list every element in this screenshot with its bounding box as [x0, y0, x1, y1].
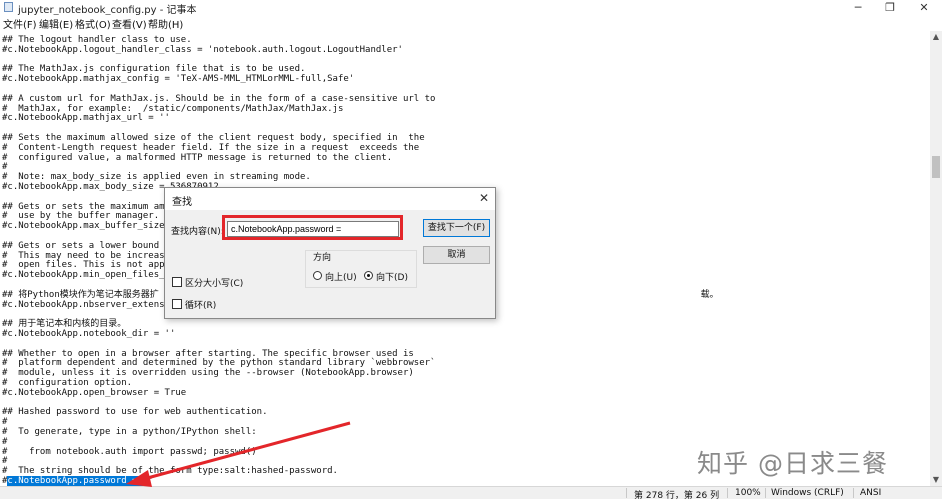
menu-edit[interactable]: 编辑(E) — [39, 16, 73, 31]
find-next-button[interactable]: 查找下一个(F) — [423, 219, 490, 237]
code-line: ## The logout handler class to use. — [2, 35, 192, 45]
status-divider — [853, 488, 854, 498]
code-line: # This may need to be increased i — [2, 250, 187, 261]
find-dialog-close-icon[interactable]: ✕ — [479, 191, 489, 205]
code-line: # — [2, 436, 8, 447]
status-divider — [626, 488, 627, 498]
scroll-up-icon[interactable]: ▲ — [930, 31, 942, 43]
code-line: # MathJax, for example: /static/componen… — [2, 103, 344, 114]
menu-file[interactable]: 文件(F) — [3, 16, 37, 31]
direction-down-label[interactable]: 向下(D) — [376, 270, 408, 283]
red-highlight-box — [222, 215, 403, 240]
code-line: # configured value, a malformed HTTP mes… — [2, 152, 393, 163]
wrap-around-label[interactable]: 循环(R) — [185, 298, 216, 311]
code-line: #c.NotebookApp.min_open_files_limi — [2, 270, 187, 281]
code-line: #c.NotebookApp.mathjax_url = '' — [2, 113, 170, 124]
status-divider — [765, 488, 766, 498]
code-line: #c.NotebookApp.notebook_dir = '' — [2, 329, 176, 339]
code-line: # configuration option. — [2, 378, 133, 388]
direction-down-radio[interactable] — [364, 271, 373, 280]
code-line: #c.NotebookApp.open_browser = True — [2, 387, 187, 398]
status-position: 第 278 行，第 26 列 — [634, 491, 720, 501]
code-line: # To generate, type in a python/IPython … — [2, 427, 257, 437]
wrap-around-checkbox[interactable] — [172, 299, 182, 309]
code-line: # Note: max_body_size is applied even in… — [2, 172, 311, 183]
status-encoding: ANSI — [860, 488, 882, 498]
code-line: #c.NotebookApp.nbserver_extensions — [2, 299, 187, 310]
status-line-ending: Windows (CRLF) — [771, 488, 844, 498]
status-zoom: 100% — [735, 488, 761, 498]
code-line: #c.NotebookApp.max_buffer_size = 5 — [2, 221, 187, 232]
code-line: ## Sets the maximum allowed size of the … — [2, 133, 425, 143]
code-line: ## Gets or sets the maximum amount — [2, 201, 187, 212]
window-title: jupyter_notebook_config.py - 记事本 — [18, 5, 197, 16]
close-button[interactable]: ✕ — [914, 0, 934, 15]
status-divider — [727, 488, 728, 498]
watermark: 知乎 @日求三餐 — [697, 449, 888, 478]
menu-help[interactable]: 帮助(H) — [148, 16, 183, 31]
code-line: ## A custom url for MathJax.js. Should b… — [2, 93, 436, 104]
maximize-button[interactable]: ❐ — [880, 0, 900, 15]
code-line: ## 用于笔记本和内核的目录。 — [2, 319, 127, 330]
code-line: ## Hashed password to use for web authen… — [2, 407, 268, 418]
title-bar: jupyter_notebook_config.py - 记事本 ─ ❐ ✕ — [0, 0, 942, 16]
selected-line[interactable]: #c.NotebookApp.password = '' — [2, 476, 154, 486]
notepad-icon — [4, 2, 13, 12]
code-line: ## Gets or sets a lower bound on t — [2, 240, 187, 251]
selected-text[interactable]: c.NotebookApp.password = — [7, 476, 143, 486]
code-line: ## The MathJax.js configuration file tha… — [2, 64, 306, 75]
code-line: #c.NotebookApp.mathjax_config = 'TeX-AMS… — [2, 74, 355, 85]
code-line: # from notebook.auth import passwd; pass… — [2, 446, 257, 457]
code-line: # The string should be of the form type:… — [2, 466, 338, 477]
code-line: # use by the buffer manager. — [2, 211, 160, 222]
direction-up-radio[interactable] — [313, 271, 322, 280]
match-case-checkbox[interactable] — [172, 277, 182, 287]
menu-format[interactable]: 格式(O) — [75, 16, 111, 31]
match-case-label[interactable]: 区分大小写(C) — [185, 276, 243, 289]
cancel-button[interactable]: 取消 — [423, 246, 490, 264]
status-bar: 第 278 行，第 26 列 100% Windows (CRLF) ANSI — [0, 486, 942, 501]
menu-bar: 文件(F) 编辑(E) 格式(O) 查看(V) 帮助(H) — [0, 15, 942, 31]
code-line: # open files. This is not applica — [2, 260, 187, 271]
minimize-button[interactable]: ─ — [848, 0, 868, 15]
scroll-down-icon[interactable]: ▼ — [930, 474, 942, 486]
code-line: #c.NotebookApp.logout_handler_class = 'n… — [2, 44, 403, 55]
selected-line-suffix: '' — [142, 476, 154, 486]
scroll-thumb[interactable] — [932, 156, 940, 178]
code-line: # platform dependent and determined by t… — [2, 358, 436, 369]
find-what-label: 查找内容(N): — [171, 227, 224, 237]
menu-view[interactable]: 查看(V) — [112, 16, 147, 31]
vertical-scrollbar[interactable]: ▲ ▼ — [930, 31, 942, 486]
find-dialog-titlebar: 查找 ✕ — [165, 188, 495, 210]
code-line: # — [2, 456, 8, 467]
find-dialog-title: 查找 — [172, 197, 192, 208]
direction-up-label[interactable]: 向上(U) — [325, 270, 357, 283]
code-line: # — [2, 417, 8, 428]
find-dialog: 查找 ✕ 查找内容(N): c.NotebookApp.password = 查… — [164, 187, 496, 319]
code-line: # module, unless it is overridden using … — [2, 368, 414, 379]
code-line: # Content-Length request header field. I… — [2, 142, 420, 153]
code-line: # — [2, 162, 8, 173]
